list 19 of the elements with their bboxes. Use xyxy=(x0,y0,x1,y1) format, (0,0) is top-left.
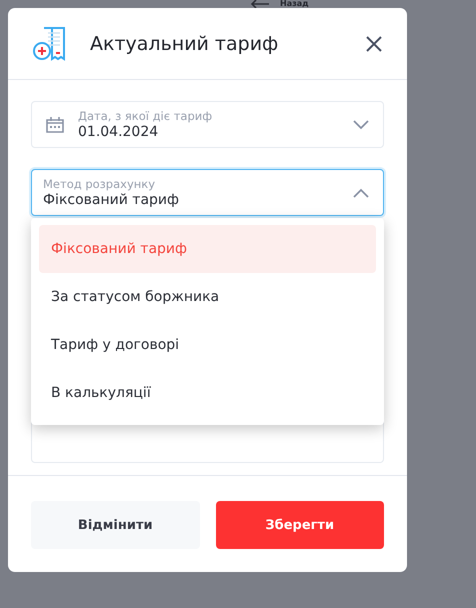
calendar-icon xyxy=(46,116,64,132)
field-value: Фіксований тариф xyxy=(43,192,180,208)
dropdown-option[interactable]: Тариф у договорі xyxy=(39,321,376,369)
chevron-down-icon xyxy=(353,120,369,130)
save-button[interactable]: Зберегти xyxy=(216,501,384,549)
chevron-up-icon xyxy=(353,188,369,198)
dropdown-option[interactable]: За статусом боржника xyxy=(39,273,376,321)
field-label: Метод розрахунку xyxy=(43,177,156,191)
cancel-button[interactable]: Відмінити xyxy=(31,501,200,549)
date-field[interactable]: Дата, з якої діє тариф 01.04.2024 xyxy=(31,101,384,148)
field-value: 01.04.2024 xyxy=(78,124,160,140)
dropdown-option[interactable]: В калькуляції xyxy=(39,369,376,417)
receipt-icon xyxy=(32,26,68,62)
field-label: Дата, з якої діє тариф xyxy=(78,109,214,123)
select-field[interactable]: Метод розрахунку Фіксований тариф xyxy=(31,169,384,216)
back-link[interactable]: Назад xyxy=(280,0,309,8)
arrow-left-icon xyxy=(250,0,270,9)
close-icon[interactable] xyxy=(365,34,383,52)
dialog-title: Актуальний тариф xyxy=(90,32,280,54)
